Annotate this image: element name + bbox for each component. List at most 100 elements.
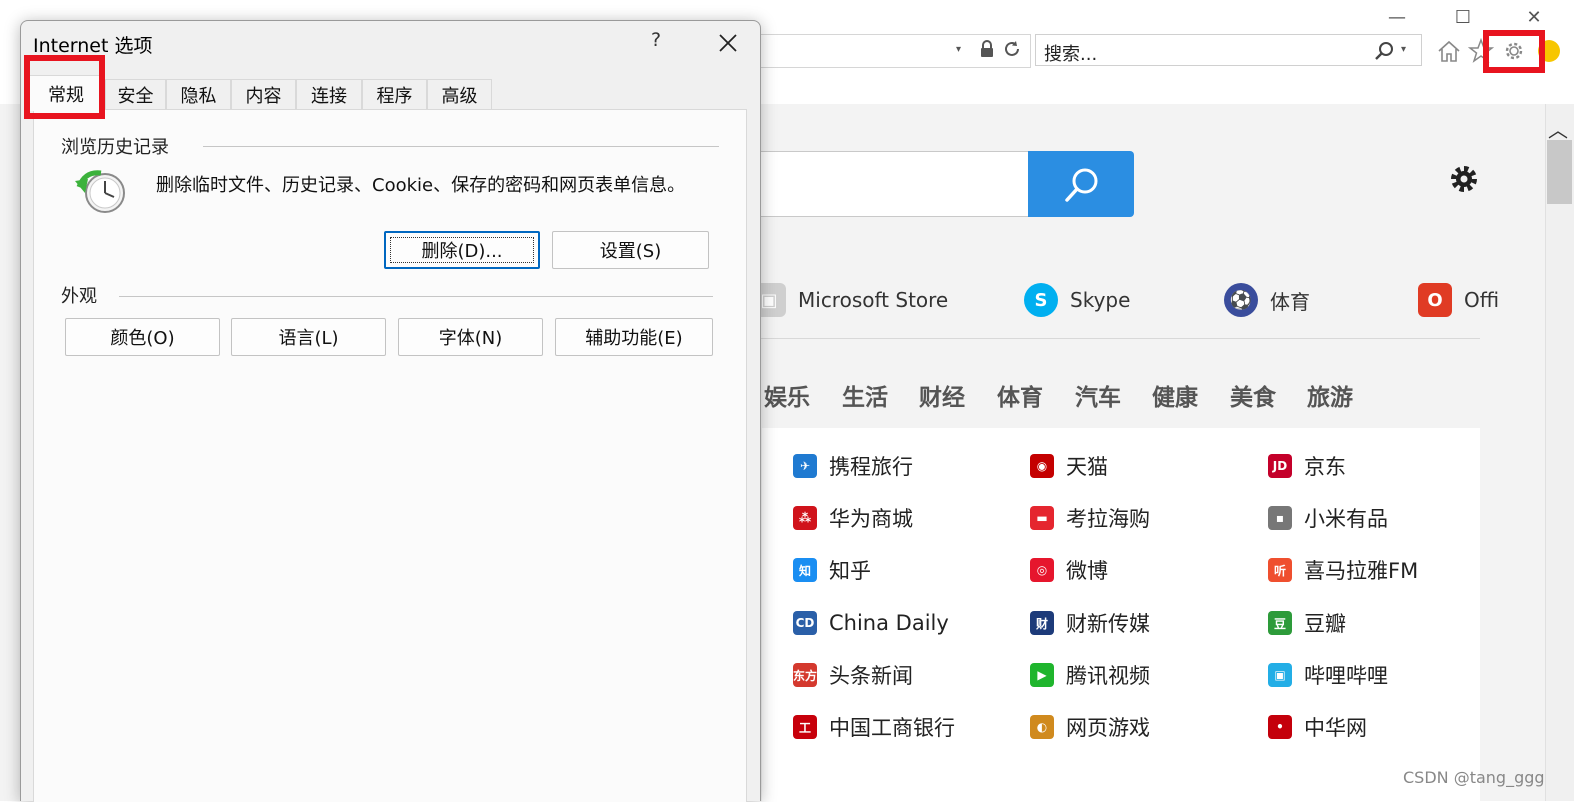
quick-link[interactable]: O Offi	[1418, 280, 1499, 320]
site-link[interactable]: ▪ 小米有品	[1268, 501, 1388, 535]
site-link[interactable]: ▬ 考拉海购	[1030, 501, 1150, 535]
site-favicon-icon: JD	[1268, 454, 1292, 478]
site-favicon-icon: 知	[793, 558, 817, 582]
site-favicon-icon: CD	[793, 611, 817, 635]
window-close-button[interactable]: ✕	[1514, 6, 1554, 30]
delete-history-button[interactable]: 删除(D)...	[384, 231, 540, 269]
site-link[interactable]: 工中国工商银行	[793, 710, 955, 744]
site-link-label: 中华网	[1304, 716, 1367, 740]
site-link-label: 小米有品	[1304, 507, 1388, 531]
category-tab[interactable]: 旅游	[1307, 378, 1353, 412]
site-link[interactable]: ▣ 哔哩哔哩	[1268, 658, 1388, 692]
fonts-button[interactable]: 字体(N)	[398, 318, 543, 356]
search-placeholder: 搜索...	[1044, 44, 1098, 65]
history-settings-button[interactable]: 设置(S)	[552, 231, 709, 269]
maximize-button[interactable]: ☐	[1443, 6, 1483, 30]
dialog-title: Internet 选项	[33, 35, 153, 57]
home-icon[interactable]	[1436, 38, 1462, 64]
group-divider	[203, 146, 719, 147]
tab-security[interactable]: 安全	[105, 79, 166, 109]
quick-link[interactable]: ⚽ 体育	[1224, 280, 1310, 320]
page-settings-gear-icon[interactable]	[1447, 162, 1481, 196]
category-tab[interactable]: 财经	[919, 378, 965, 412]
site-link[interactable]: ◉ 天猫	[1030, 449, 1108, 483]
category-tab[interactable]: 健康	[1152, 378, 1198, 412]
search-dropdown-icon[interactable]: ▾	[1401, 44, 1406, 55]
site-favicon-icon: 豆	[1268, 611, 1292, 635]
skype-icon: S	[1024, 283, 1058, 317]
search-icon[interactable]	[1373, 40, 1395, 62]
site-favicon-icon: 听	[1268, 558, 1292, 582]
help-button[interactable]: ?	[651, 29, 661, 51]
quick-link[interactable]: S Skype	[1024, 280, 1130, 320]
web-search-button[interactable]	[1028, 151, 1134, 217]
dialog-close-icon[interactable]	[714, 29, 742, 57]
category-tab[interactable]: 生活	[842, 378, 888, 412]
accessibility-button[interactable]: 辅助功能(E)	[555, 318, 713, 356]
site-link[interactable]: 东方 头条新闻	[793, 658, 913, 692]
history-description: 删除临时文件、历史记录、Cookie、保存的密码和网页表单信息。	[156, 175, 686, 196]
tab-advanced[interactable]: 高级	[427, 79, 492, 109]
address-dropdown-icon[interactable]: ▾	[956, 44, 961, 55]
category-tab[interactable]: 体育	[997, 378, 1043, 412]
category-tab[interactable]: 美食	[1230, 378, 1276, 412]
site-link[interactable]: CD China Daily	[793, 606, 949, 640]
site-link[interactable]: 豆豆瓣	[1268, 606, 1346, 640]
tab-content[interactable]: 内容	[231, 79, 296, 109]
site-link[interactable]: ▶ 腾讯视频	[1030, 658, 1150, 692]
focus-ring	[390, 237, 534, 263]
site-link-label: 微博	[1066, 559, 1108, 583]
scrollbar-thumb[interactable]	[1547, 140, 1572, 204]
site-link[interactable]: 财财新传媒	[1030, 606, 1150, 640]
site-favicon-icon: ▪	[1268, 506, 1292, 530]
site-link-label: 豆瓣	[1304, 612, 1346, 636]
internet-options-dialog: Internet 选项 ? 常规 安全 隐私 内容 连接 程序 高级 浏览历史记…	[20, 20, 761, 802]
search-icon	[1065, 168, 1098, 202]
site-link-label: 喜马拉雅FM	[1304, 559, 1419, 583]
site-link-label: 京东	[1304, 455, 1346, 479]
minimize-button[interactable]: —	[1377, 6, 1417, 30]
site-favicon-icon: 工	[793, 715, 817, 739]
site-favicon-icon: 东方	[793, 663, 817, 687]
site-link-label: 头条新闻	[829, 664, 913, 688]
quick-link-label: 体育	[1270, 289, 1310, 314]
site-link-label: 网页游戏	[1066, 716, 1150, 740]
site-link-label: China Daily	[829, 611, 949, 635]
site-favicon-icon: ⁂	[793, 506, 817, 530]
tab-programs[interactable]: 程序	[362, 79, 427, 109]
soccer-icon: ⚽	[1224, 283, 1258, 317]
site-link[interactable]: ◎ 微博	[1030, 553, 1108, 587]
refresh-icon[interactable]	[1003, 40, 1021, 58]
site-favicon-icon: ◉	[1030, 454, 1054, 478]
scroll-up-icon[interactable]: ︿	[1548, 114, 1568, 143]
site-link[interactable]: JD 京东	[1268, 449, 1346, 483]
vertical-scrollbar[interactable]	[1545, 104, 1574, 801]
site-link-label: 考拉海购	[1066, 507, 1150, 531]
site-link-label: 携程旅行	[829, 455, 913, 479]
quick-link[interactable]: ▣ Microsoft Store	[752, 280, 948, 320]
site-link[interactable]: ⁂ 华为商城	[793, 501, 913, 535]
site-favicon-icon: ▣	[1268, 663, 1292, 687]
tab-panel-general	[33, 109, 747, 802]
site-link-label: 腾讯视频	[1066, 664, 1150, 688]
languages-button[interactable]: 语言(L)	[231, 318, 386, 356]
colors-button[interactable]: 颜色(O)	[65, 318, 220, 356]
site-link-label: 中国工商银行	[829, 716, 955, 740]
site-link[interactable]: ◐ 网页游戏	[1030, 710, 1150, 744]
site-link[interactable]: • 中华网	[1268, 710, 1367, 744]
site-link[interactable]: 知知乎	[793, 553, 871, 587]
search-box[interactable]: 搜索...	[1035, 34, 1422, 66]
site-favicon-icon: ▬	[1030, 506, 1054, 530]
site-link[interactable]: ✈ 携程旅行	[793, 449, 913, 483]
lock-icon[interactable]	[980, 40, 994, 58]
category-tab[interactable]: 娱乐	[764, 378, 810, 412]
site-favicon-icon: ◐	[1030, 715, 1054, 739]
group-divider	[119, 296, 713, 297]
web-search-input[interactable]	[740, 151, 1030, 217]
quick-link-label: Skype	[1070, 288, 1131, 312]
tab-privacy[interactable]: 隐私	[166, 79, 231, 109]
tab-connections[interactable]: 连接	[296, 79, 362, 109]
site-link[interactable]: 听喜马拉雅FM	[1268, 553, 1418, 587]
category-tab[interactable]: 汽车	[1075, 378, 1121, 412]
watermark: CSDN @tang_ggg	[1403, 768, 1545, 787]
